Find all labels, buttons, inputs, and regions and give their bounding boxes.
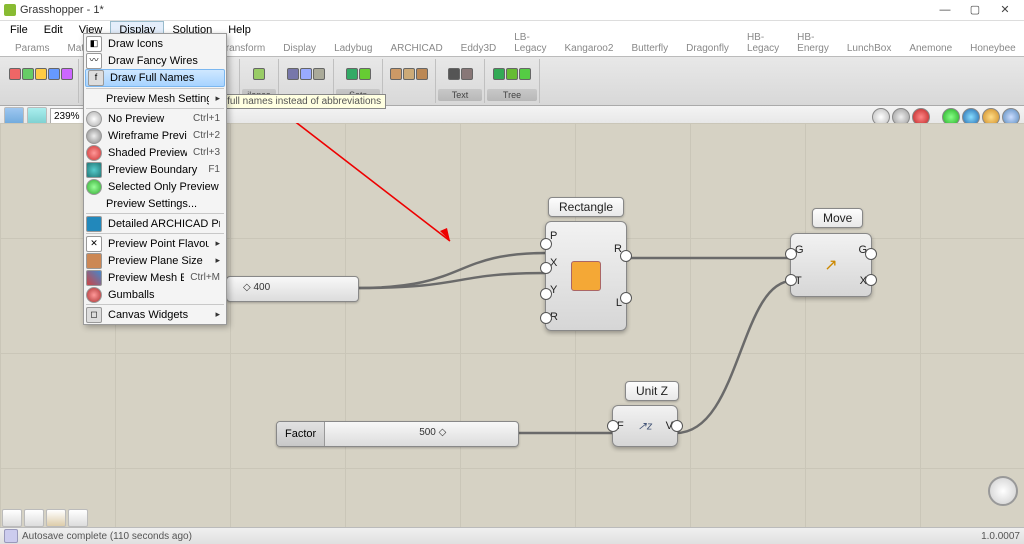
canvas-widgets-icon: ◻ <box>86 307 102 323</box>
menu-point-flavour[interactable]: ✕Preview Point Flavour▸ <box>84 235 226 252</box>
gumballs-icon <box>86 287 102 303</box>
app-icon <box>4 4 16 16</box>
tab-params[interactable]: Params <box>6 40 58 56</box>
slider-thumb-factor[interactable]: 500 ◇ <box>419 427 446 438</box>
menu-draw-fancy-wires[interactable]: 〰Draw Fancy Wires <box>84 52 226 69</box>
unitz-label: Unit Z <box>625 381 679 401</box>
tab-anemone[interactable]: Anemone <box>900 40 961 56</box>
slider-factor[interactable]: Factor 500 ◇ <box>276 421 519 447</box>
tab-dragonfly[interactable]: Dragonfly <box>677 40 738 56</box>
group-text: Text <box>438 89 482 101</box>
menu-canvas-widgets[interactable]: ◻Canvas Widgets▸ <box>84 306 226 323</box>
doc-tab-1[interactable] <box>2 509 22 527</box>
statusbar: Autosave complete (110 seconds ago) 1.0.… <box>0 527 1024 544</box>
maximize-button[interactable]: ▢ <box>960 2 990 18</box>
archicad-icon <box>86 216 102 232</box>
wireframe-icon <box>86 128 102 144</box>
tab-butterfly[interactable]: Butterfly <box>622 40 677 56</box>
port-p[interactable]: P <box>550 230 558 242</box>
draw-icons-icon: ◧ <box>86 36 102 52</box>
menu-preview-settings[interactable]: Preview Settings... <box>84 195 226 212</box>
version-label: 1.0.0007 <box>981 531 1020 542</box>
doc-tab-2[interactable] <box>24 509 44 527</box>
menu-draw-icons[interactable]: ◧Draw Icons <box>84 35 226 52</box>
document-tabs <box>2 509 88 527</box>
shaded-icon <box>86 145 102 161</box>
menu-wireframe-preview[interactable]: Wireframe PreviewCtrl+2 <box>84 127 226 144</box>
sel-only-icon <box>86 179 102 195</box>
plane-icon <box>86 253 102 269</box>
tab-eddy3d[interactable]: Eddy3D <box>452 40 506 56</box>
no-preview-icon <box>86 111 102 127</box>
slider-400[interactable]: ◇ 400 <box>226 276 359 302</box>
menu-gumballs[interactable]: Gumballs <box>84 286 226 303</box>
rectangle-node[interactable]: P X Y R R L <box>545 221 627 331</box>
menu-plane-size[interactable]: Preview Plane Size▸ <box>84 252 226 269</box>
move-icon: ↗ <box>824 255 837 275</box>
group-tree: Tree <box>487 89 537 101</box>
tab-lunchbox[interactable]: LunchBox <box>838 40 900 56</box>
autosave-icon <box>4 529 18 543</box>
tab-display[interactable]: Display <box>274 40 325 56</box>
unitz-icon: ↗z <box>638 420 653 433</box>
move-node[interactable]: G T ↗ G X <box>790 233 872 297</box>
close-button[interactable]: ✕ <box>990 2 1020 18</box>
menu-file[interactable]: File <box>2 22 36 38</box>
doc-tab-3[interactable] <box>46 509 66 527</box>
tab-kangaroo2[interactable]: Kangaroo2 <box>556 40 623 56</box>
doc-tab-4[interactable] <box>68 509 88 527</box>
tab-hb-legacy[interactable]: HB-Legacy <box>738 29 788 56</box>
tab-honeybee[interactable]: Honeybee <box>961 40 1024 56</box>
rectangle-icon <box>571 261 601 291</box>
menu-preview-mesh-settings[interactable]: Preview Mesh Settings▸ <box>84 90 226 107</box>
menu-selected-only[interactable]: Selected Only Preview <box>84 178 226 195</box>
display-dropdown: ◧Draw Icons 〰Draw Fancy Wires fDraw Full… <box>83 33 227 325</box>
menu-mesh-edges[interactable]: Preview Mesh EdgesCtrl+M <box>84 269 226 286</box>
slider-factor-label: Factor <box>277 422 325 446</box>
status-message: Autosave complete (110 seconds ago) <box>22 531 192 542</box>
minimize-button[interactable]: — <box>930 2 960 18</box>
mesh-edges-icon <box>86 270 102 286</box>
tab-hb-energy[interactable]: HB-Energy <box>788 29 838 56</box>
slider-thumb[interactable]: ◇ 400 <box>243 282 270 293</box>
unitz-node[interactable]: F ↗z V <box>612 405 678 447</box>
tab-ladybug[interactable]: Ladybug <box>325 40 381 56</box>
full-names-icon: f <box>88 70 104 86</box>
tab-lb-legacy[interactable]: LB-Legacy <box>505 29 555 56</box>
tab-archicad[interactable]: ARCHICAD <box>381 40 451 56</box>
move-label: Move <box>812 208 863 228</box>
menu-shaded-preview[interactable]: Shaded PreviewCtrl+3 <box>84 144 226 161</box>
menu-archicad-preview[interactable]: Detailed ARCHICAD Preview <box>84 215 226 232</box>
window-title: Grasshopper - 1* <box>20 4 930 16</box>
menu-preview-boundary[interactable]: Preview BoundaryF1 <box>84 161 226 178</box>
compass-widget[interactable] <box>988 476 1018 506</box>
menu-no-preview[interactable]: No PreviewCtrl+1 <box>84 110 226 127</box>
rectangle-label: Rectangle <box>548 197 624 217</box>
point-icon: ✕ <box>86 236 102 252</box>
fancy-wires-icon: 〰 <box>86 53 102 69</box>
boundary-icon <box>86 162 102 178</box>
menu-draw-full-names[interactable]: fDraw Full Names <box>85 69 225 87</box>
menu-edit[interactable]: Edit <box>36 22 71 38</box>
